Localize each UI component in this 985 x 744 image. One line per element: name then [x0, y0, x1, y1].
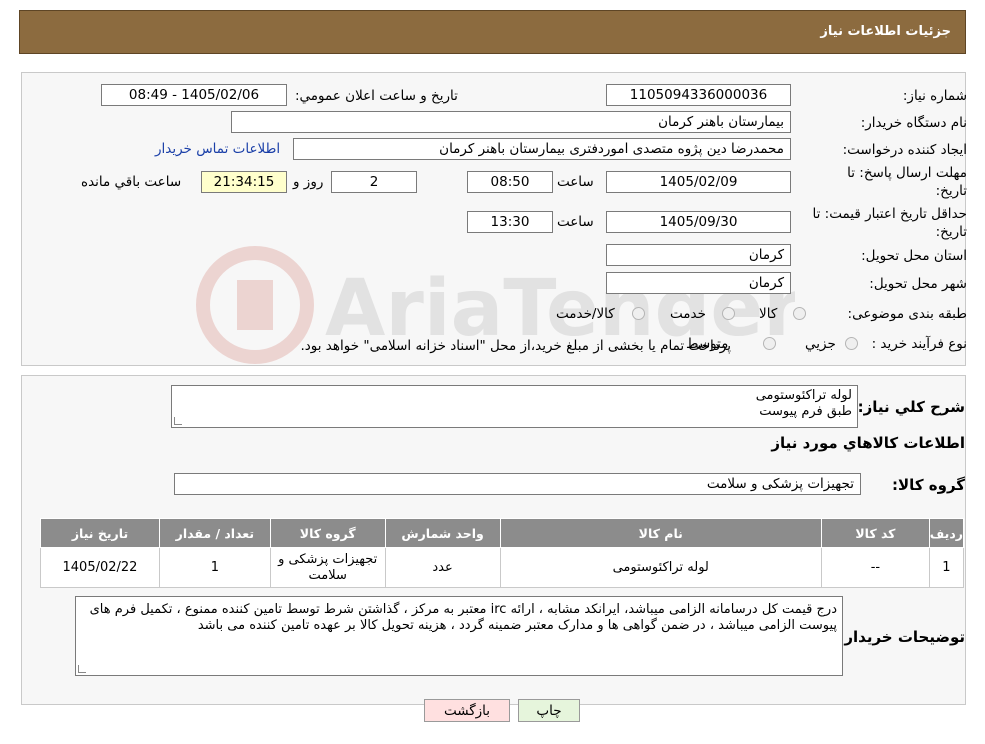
process-radio-minor[interactable]	[845, 337, 858, 350]
cell-code: --	[820, 547, 930, 588]
province-label: استان محل تحویل:	[861, 248, 967, 264]
cell-date: 1405/02/22	[40, 547, 160, 588]
process-note: پرداخت تمام یا بخشی از مبلغ خرید،از محل …	[300, 338, 731, 354]
category-radio-goods-service[interactable]	[632, 307, 645, 320]
description-textarea: لوله تراکئوستومی طبق فرم پیوست	[171, 385, 858, 428]
process-radio-medium[interactable]	[763, 337, 776, 350]
remaining-label: ساعت باقي مانده	[81, 174, 182, 190]
category-option-goods-service: کالا/خدمت	[556, 306, 615, 322]
creator-field: محمدرضا دین پژوه متصدی اموردفتری بیمارست…	[293, 138, 791, 160]
items-table: ردیف کد کالا نام کالا واحد شمارش گروه کا…	[40, 518, 965, 588]
col-code-header: کد کالا	[820, 518, 930, 548]
category-radio-goods[interactable]	[793, 307, 806, 320]
deadline-label-2: تاریخ:	[935, 183, 967, 199]
table-row: 1 -- لوله تراکئوستومی عدد تجهیزات پزشکی …	[40, 547, 965, 588]
category-option-service: خدمت	[670, 306, 706, 322]
province-field: کرمان	[606, 244, 791, 266]
city-label: شهر محل تحویل:	[869, 276, 967, 292]
cell-name: لوله تراکئوستومی	[499, 547, 822, 588]
print-button[interactable]: چاپ	[518, 699, 580, 722]
cell-row: 1	[928, 547, 965, 588]
days-label: روز و	[293, 174, 324, 190]
col-row-header: ردیف	[928, 518, 965, 548]
buyer-contact-link[interactable]: اطلاعات تماس خریدار	[155, 141, 280, 157]
buyer-notes-textarea: درج قیمت کل درسامانه الزامی میباشد، ایرا…	[75, 596, 843, 676]
announce-label: تاریخ و ساعت اعلان عمومي:	[295, 88, 458, 104]
validity-time-field: 13:30	[467, 211, 553, 233]
validity-label-2: تاریخ:	[935, 224, 967, 240]
goods-section-title: اطلاعات کالاهاي مورد نیاز	[771, 434, 965, 452]
buyer-field: بیمارستان باهنر کرمان	[231, 111, 791, 133]
category-option-goods: کالا	[759, 306, 778, 322]
cell-unit: عدد	[384, 547, 501, 588]
buyer-label: نام دستگاه خریدار:	[860, 115, 967, 131]
deadline-date-field: 1405/02/09	[606, 171, 791, 193]
creator-label: ایجاد کننده درخواست:	[842, 142, 967, 158]
days-field: 2	[331, 171, 417, 193]
resize-grip-icon[interactable]	[174, 417, 182, 425]
page-title: جزئیات اطلاعات نیاز	[820, 24, 951, 39]
col-qty-header: تعداد / مقدار	[158, 518, 271, 548]
process-label: نوع فرآیند خرید :	[871, 336, 967, 352]
validity-date-field: 1405/09/30	[606, 211, 791, 233]
validity-time-label: ساعت	[557, 214, 594, 230]
col-name-header: نام کالا	[499, 518, 822, 548]
buyer-notes-label: توضیحات خریدار:	[838, 628, 965, 646]
goods-group-field: تجهیزات پزشکی و سلامت	[174, 473, 861, 495]
category-label: طبقه بندی موضوعی:	[847, 306, 967, 322]
back-button[interactable]: بازگشت	[424, 699, 510, 722]
description-line-2: طبق فرم پیوست	[759, 404, 852, 419]
description-label: شرح کلي نیاز:	[857, 398, 965, 416]
page-header: جزئیات اطلاعات نیاز	[19, 10, 966, 54]
buyer-notes-text: درج قیمت کل درسامانه الزامی میباشد، ایرا…	[89, 602, 837, 633]
validity-label-1: حداقل تاریخ اعتبار قیمت: تا	[812, 206, 967, 222]
resize-grip-icon[interactable]	[78, 665, 86, 673]
col-unit-header: واحد شمارش	[384, 518, 501, 548]
deadline-time-field: 08:50	[467, 171, 553, 193]
remaining-time-field: 21:34:15	[201, 171, 287, 193]
deadline-time-label: ساعت	[557, 174, 594, 190]
deadline-label-1: مهلت ارسال پاسخ: تا	[847, 165, 967, 181]
cell-qty: 1	[158, 547, 271, 588]
col-date-header: تاریخ نیاز	[40, 518, 160, 548]
need-number-field: 1105094336000036	[606, 84, 791, 106]
table-header-row: ردیف کد کالا نام کالا واحد شمارش گروه کا…	[40, 518, 965, 548]
col-group-header: گروه کالا	[269, 518, 386, 548]
process-option-minor: جزیي	[805, 336, 836, 352]
goods-group-label: گروه کالا:	[892, 476, 965, 494]
category-radio-service[interactable]	[722, 307, 735, 320]
description-line-1: لوله تراکئوستومی	[755, 388, 852, 403]
cell-group: تجهیزات پزشکی و سلامت	[269, 547, 386, 588]
city-field: کرمان	[606, 272, 791, 294]
need-number-label: شماره نیاز:	[902, 88, 967, 104]
announce-field: 1405/02/06 - 08:49	[101, 84, 287, 106]
